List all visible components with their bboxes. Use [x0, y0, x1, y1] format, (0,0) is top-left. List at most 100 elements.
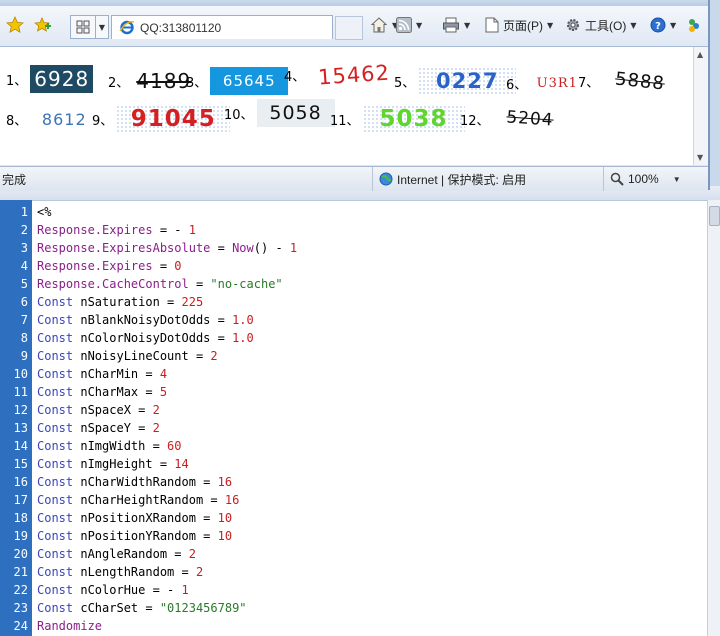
- favorites-star-icon[interactable]: [6, 14, 26, 36]
- chevron-down-icon[interactable]: ▼: [673, 175, 681, 184]
- scroll-down-icon[interactable]: ▼: [697, 153, 703, 162]
- line-number: 5: [20, 277, 28, 291]
- code-token: nColorNoisyDotOdds =: [73, 331, 233, 345]
- code-token: Randomize: [37, 619, 103, 633]
- add-favorite-icon[interactable]: [34, 14, 54, 36]
- code-token: nNoisyLineCount =: [73, 349, 211, 363]
- captcha-number: 2、: [108, 75, 130, 91]
- captcha-number: 11、: [330, 113, 360, 129]
- code-text: Response.Expires = - 1: [37, 221, 196, 239]
- captcha-item: 2、 4189: [108, 65, 195, 97]
- tab-list-dropdown-icon[interactable]: ▼: [95, 15, 109, 39]
- security-zone[interactable]: Internet | 保护模式: 启用: [372, 167, 604, 191]
- captcha-number: 8、: [6, 113, 28, 129]
- print-button[interactable]: ▼: [442, 14, 470, 36]
- line-number: 24: [13, 619, 28, 633]
- quick-tabs-icon[interactable]: [70, 15, 96, 39]
- captcha-image: 5888: [614, 67, 667, 95]
- help-button[interactable]: ? ▼: [650, 14, 676, 36]
- code-line: 24 Randomize: [0, 617, 708, 635]
- code-line: 3 Response.ExpiresAbsolute = Now() - 1: [0, 239, 708, 257]
- scroll-up-icon[interactable]: ▲: [697, 50, 703, 59]
- tools-menu-button[interactable]: 工具(O) ▼: [565, 14, 636, 36]
- code-line: 2 Response.Expires = - 1: [0, 221, 708, 239]
- captcha-image: 5058: [256, 99, 335, 127]
- captcha-number: 12、: [460, 113, 490, 129]
- code-token: nColorHue = -: [73, 583, 182, 597]
- code-token: 2: [210, 349, 218, 363]
- browser-tab[interactable]: QQ:313801120: [111, 15, 333, 39]
- code-token: nBlankNoisyDotOdds =: [73, 313, 233, 327]
- code-line: 11 Const nCharMax = 5: [0, 383, 708, 401]
- captcha-image: U3R1: [536, 75, 578, 91]
- code-text: Const nCharWidthRandom = 16: [37, 473, 232, 491]
- chevron-down-icon[interactable]: ▼: [464, 21, 470, 30]
- code-line: 19 Const nPositionYRandom = 10: [0, 527, 708, 545]
- editor-scroll-thumb[interactable]: [709, 206, 720, 226]
- code-text: Const nImgHeight = 14: [37, 455, 189, 473]
- extension-button[interactable]: [686, 14, 702, 36]
- new-tab-button[interactable]: [335, 16, 363, 40]
- captcha-number: 1、: [6, 73, 28, 89]
- code-token: = -: [152, 223, 189, 237]
- captcha-number: 10、: [224, 107, 254, 123]
- code-line: 8 Const nColorNoisyDotOdds = 1.0: [0, 329, 708, 347]
- code-line: 21 Const nLengthRandom = 2: [0, 563, 708, 581]
- code-token: Const: [37, 565, 74, 579]
- code-token: Const: [37, 583, 74, 597]
- code-token: Const: [37, 313, 74, 327]
- globe-icon: [379, 172, 393, 186]
- code-text: Const nImgWidth = 60: [37, 437, 182, 455]
- code-text: Const nBlankNoisyDotOdds = 1.0: [37, 311, 254, 329]
- code-line: 12 Const nSpaceX = 2: [0, 401, 708, 419]
- code-text: <%: [37, 203, 51, 221]
- code-editor: 1 <% 2 Response.Expires = - 1 3 Response.Expi…: [0, 186, 720, 636]
- feeds-button[interactable]: ▼: [396, 14, 422, 36]
- code-token: 1.0: [232, 331, 254, 345]
- code-text: Const nAngleRandom = 2: [37, 545, 196, 563]
- code-token: Const: [37, 367, 74, 381]
- line-number: 4: [20, 259, 28, 273]
- code-token: <%: [37, 205, 52, 219]
- chevron-down-icon: ▼: [630, 20, 637, 30]
- line-number: 18: [13, 511, 28, 525]
- code-token: nCharWidthRandom =: [73, 475, 218, 489]
- code-line: 23 Const cCharSet = "0123456789": [0, 599, 708, 617]
- code-token: 4: [159, 367, 168, 381]
- code-line: 1 <%: [0, 203, 708, 221]
- captcha-image: 5038: [362, 105, 465, 133]
- zoom-control[interactable]: 100% ▼: [610, 167, 702, 191]
- captcha-item: 6、 U3R1: [506, 67, 584, 99]
- code-text: Response.Expires = 0: [37, 257, 182, 275]
- captcha-item: 12、 5204: [460, 103, 567, 135]
- captcha-image: 8612: [41, 109, 87, 129]
- code-text: Const nSaturation = 225: [37, 293, 203, 311]
- code-line: 6 Const nSaturation = 225: [0, 293, 708, 311]
- captcha-number: 3、: [186, 75, 208, 91]
- svg-text:?: ?: [655, 21, 661, 32]
- code-text: Const nColorHue = - 1: [37, 581, 189, 599]
- code-line: 22 Const nColorHue = - 1: [0, 581, 708, 599]
- code-line: 18 Const nPositionXRandom = 10: [0, 509, 708, 527]
- code-line: 9 Const nNoisyLineCount = 2: [0, 347, 708, 365]
- code-token: 1: [188, 223, 196, 237]
- code-token: Const: [37, 331, 74, 345]
- chevron-down-icon[interactable]: ▼: [416, 21, 422, 30]
- code-token: Const: [37, 349, 74, 363]
- code-token: Const: [37, 547, 74, 561]
- content-vertical-scrollbar[interactable]: ▲ ▼: [693, 47, 708, 165]
- code-token: "no-cache": [210, 277, 283, 291]
- code-token: =: [152, 259, 175, 273]
- captcha-number: 5、: [394, 75, 416, 91]
- printer-icon: [443, 17, 459, 33]
- code-token: Response.Expires: [37, 259, 153, 273]
- code-text: Const nCharMin = 4: [37, 365, 167, 383]
- code-text: Response.ExpiresAbsolute = Now() - 1: [37, 239, 297, 257]
- captcha-number: 7、: [578, 75, 600, 91]
- editor-vertical-scrollbar[interactable]: [707, 200, 720, 636]
- code-token: Now: [232, 241, 254, 255]
- home-button[interactable]: ▼: [370, 14, 398, 36]
- line-number: 2: [20, 223, 28, 237]
- code-token: 2: [152, 421, 160, 435]
- page-menu-button[interactable]: 页面(P) ▼: [485, 14, 553, 36]
